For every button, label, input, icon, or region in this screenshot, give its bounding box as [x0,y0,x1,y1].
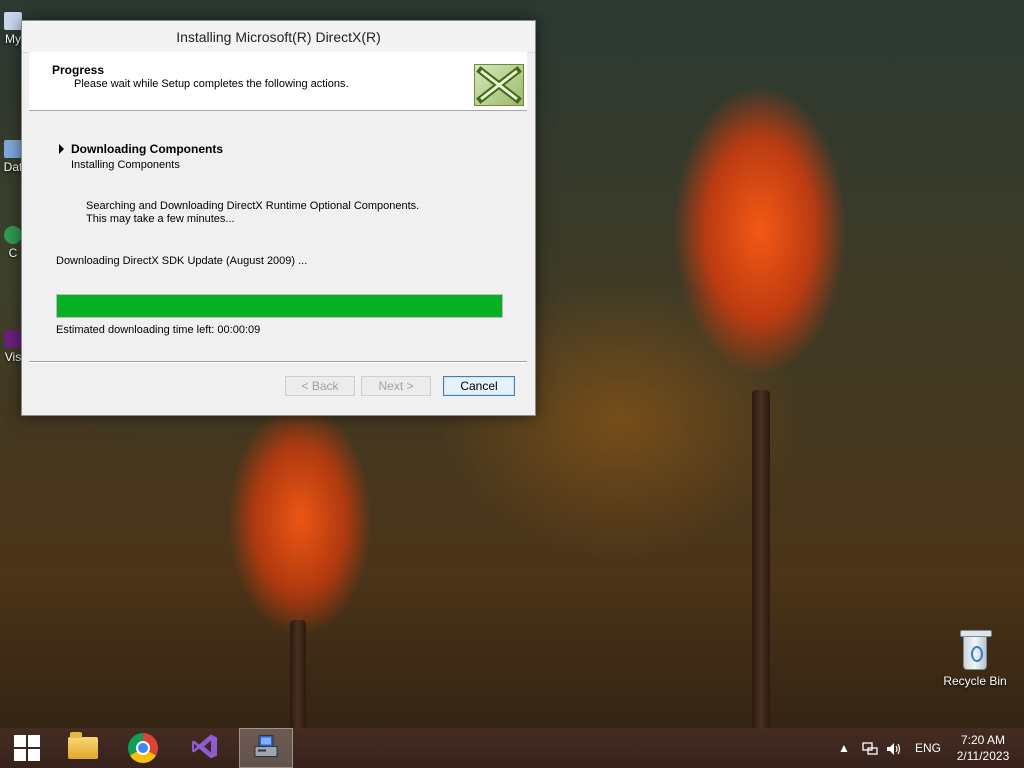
current-step-arrow-icon [59,144,64,154]
progress-bar [56,294,503,318]
directx-installer-dialog: Installing Microsoft(R) DirectX(R) Progr… [21,20,536,416]
volume-tray-button[interactable] [886,728,902,768]
step-next: Installing Components [71,159,180,171]
taskbar-chrome[interactable] [116,728,170,768]
chrome-icon [128,733,158,763]
chevron-up-icon: ▲ [838,741,850,755]
flower-stem [752,390,770,730]
input-language-button[interactable]: ENG [915,728,941,768]
visual-studio-icon [190,732,220,765]
step-current: Downloading Components [71,142,223,156]
clock-time: 7:20 AM [960,733,1006,747]
visual-studio-icon [4,330,22,348]
database-icon [4,140,22,158]
computer-icon [4,12,22,30]
desktop-icon-recycle-bin[interactable]: Recycle Bin [940,630,1010,688]
chrome-icon [4,226,22,244]
speaker-icon [886,741,902,755]
flower-stem [290,620,306,730]
desktop-icon-label: Dat [3,160,23,174]
progress-bar-fill [57,295,502,317]
start-button[interactable] [0,728,54,768]
back-button[interactable]: < Back [285,376,355,396]
desktop-icon-label: Vis [4,350,22,364]
recycle-bin-icon [960,630,992,670]
network-tray-button[interactable] [862,728,878,768]
language-indicator: ENG [915,741,942,755]
recycle-bin-label: Recycle Bin [943,674,1007,688]
clock-button[interactable]: 7:20 AM 2/11/2023 [950,732,1016,764]
file-explorer-icon [68,732,98,759]
show-hidden-icons-button[interactable]: ▲ [838,728,850,768]
setup-icon [252,733,280,764]
download-status: Downloading DirectX SDK Update (August 2… [56,255,308,267]
header-subtitle: Please wait while Setup completes the fo… [74,78,349,90]
header-title: Progress [52,63,105,77]
windows-start-icon [14,735,40,761]
button-separator [29,361,527,363]
dialog-title-bar[interactable]: Installing Microsoft(R) DirectX(R) [22,21,535,53]
estimated-time-left: Estimated downloading time left: 00:00:0… [56,324,261,336]
dialog-title: Installing Microsoft(R) DirectX(R) [176,29,381,45]
cancel-button[interactable]: Cancel [443,376,515,396]
taskbar: ▲ ENG 7:20 AM 2/11/2023 [0,728,1024,768]
network-icon [862,741,878,755]
next-button[interactable]: Next > [361,376,431,396]
detail-line: Searching and Downloading DirectX Runtim… [86,200,420,212]
taskbar-file-explorer[interactable] [56,728,110,768]
taskbar-visual-studio[interactable] [178,728,232,768]
dialog-header: Progress Please wait while Setup complet… [29,52,527,111]
desktop-icon-label: My [5,32,21,46]
desktop-icon-label: C [8,246,18,260]
clock-date: 2/11/2023 [956,749,1010,763]
taskbar-directx-setup[interactable] [239,728,293,768]
directx-logo-icon [474,64,524,106]
dialog-content: Downloading Components Installing Compon… [29,111,527,361]
detail-line: This may take a few minutes... [86,213,235,225]
